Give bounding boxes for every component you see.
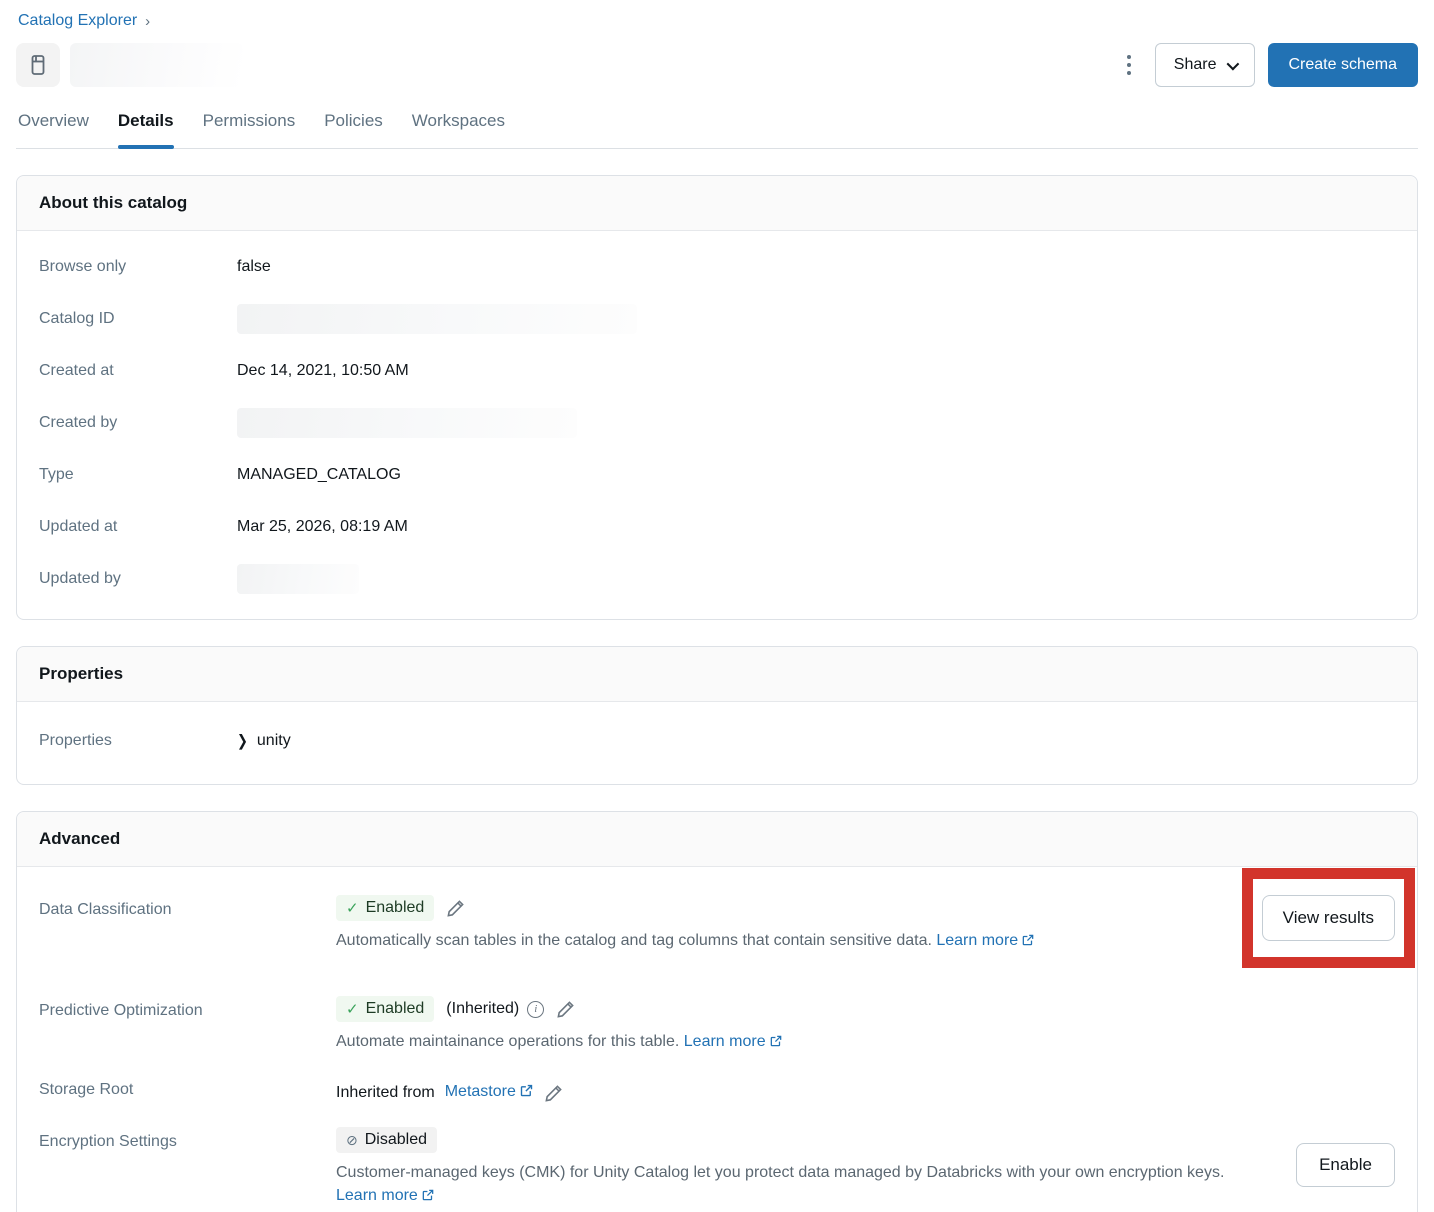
about-card-body: Browse only false Catalog ID Created at … (17, 231, 1417, 619)
row-browse-only: Browse only false (39, 241, 1395, 293)
learn-more-link[interactable]: Learn more (336, 1187, 418, 1204)
row-label: Browse only (39, 258, 237, 276)
external-link-icon (1021, 931, 1035, 954)
metastore-link[interactable]: Metastore (445, 1083, 516, 1100)
row-label: Updated at (39, 518, 237, 536)
enable-button[interactable]: Enable (1296, 1143, 1395, 1187)
breadcrumb-chevron-icon: › (145, 14, 150, 29)
status-badge: ✓ Enabled (336, 895, 434, 921)
catalog-name-redacted (70, 43, 243, 87)
row-created-at: Created at Dec 14, 2021, 10:50 AM (39, 345, 1395, 397)
learn-more-link[interactable]: Learn more (936, 932, 1018, 949)
status-badge: ✓ Enabled (336, 996, 434, 1022)
row-label: Properties (39, 732, 237, 750)
catalog-icon (26, 53, 50, 77)
external-link-icon (519, 1083, 534, 1103)
advanced-card: Advanced Data Classification ✓ Enabled (16, 811, 1418, 1212)
row-predictive-optimization: Predictive Optimization ✓ Enabled (Inher… (39, 982, 1395, 1069)
chevron-down-icon (1226, 57, 1239, 70)
share-button[interactable]: Share (1155, 43, 1255, 87)
create-schema-button[interactable]: Create schema (1268, 43, 1419, 87)
tab-workspaces[interactable]: Workspaces (412, 111, 505, 148)
share-button-label: Share (1174, 56, 1217, 74)
row-updated-at: Updated at Mar 25, 2026, 08:19 AM (39, 501, 1395, 553)
row-storage-root: Storage Root Inherited from Metastore (39, 1069, 1395, 1113)
properties-value: unity (257, 732, 291, 750)
about-card-title: About this catalog (17, 176, 1417, 231)
redacted-value (237, 304, 637, 334)
advanced-card-body: Data Classification ✓ Enabled (17, 867, 1417, 1212)
edit-pencil-icon[interactable] (556, 1000, 575, 1019)
properties-card-body: Properties ❯ unity (17, 702, 1417, 784)
tab-bar: Overview Details Permissions Policies Wo… (16, 111, 1418, 149)
row-description: Automate maintainance operations for thi… (336, 1030, 1241, 1055)
redacted-value (237, 408, 577, 438)
breadcrumb: Catalog Explorer › (16, 12, 1418, 30)
properties-card-title: Properties (17, 647, 1417, 702)
external-link-icon (421, 1186, 435, 1209)
properties-card: Properties Properties ❯ unity (16, 646, 1418, 785)
row-value: MANAGED_CATALOG (237, 466, 401, 484)
title-row: Share Create schema (16, 43, 1418, 87)
row-created-by: Created by (39, 397, 1395, 449)
check-icon: ✓ (346, 1000, 359, 1018)
check-icon: ✓ (346, 899, 359, 917)
row-catalog-id: Catalog ID (39, 293, 1395, 345)
status-badge-label: Enabled (366, 899, 425, 917)
view-results-button[interactable]: View results (1262, 895, 1395, 941)
row-type: Type MANAGED_CATALOG (39, 449, 1395, 501)
info-icon[interactable]: i (527, 1001, 544, 1018)
row-label: Data Classification (39, 895, 336, 919)
row-label: Type (39, 466, 237, 484)
tab-permissions[interactable]: Permissions (203, 111, 296, 148)
storage-root-prefix: Inherited from (336, 1084, 435, 1102)
edit-pencil-icon[interactable] (544, 1084, 563, 1103)
tab-overview[interactable]: Overview (18, 111, 89, 148)
row-description: Customer-managed keys (CMK) for Unity Ca… (336, 1161, 1241, 1209)
row-label: Created by (39, 414, 237, 432)
kebab-menu-icon[interactable] (1115, 48, 1143, 82)
catalog-icon-box (16, 43, 60, 87)
slash-circle-icon: ⊘ (346, 1132, 358, 1149)
inherited-label: (Inherited) (446, 1000, 519, 1018)
tab-policies[interactable]: Policies (324, 111, 383, 148)
row-label: Catalog ID (39, 310, 237, 328)
status-badge-label: Enabled (366, 1000, 425, 1018)
edit-pencil-icon[interactable] (446, 899, 465, 918)
row-label: Storage Root (39, 1079, 336, 1099)
external-link-icon (769, 1032, 783, 1055)
row-label: Encryption Settings (39, 1127, 336, 1151)
row-value: Mar 25, 2026, 08:19 AM (237, 518, 408, 536)
row-value: false (237, 258, 271, 276)
advanced-card-title: Advanced (17, 812, 1417, 867)
learn-more-link[interactable]: Learn more (684, 1033, 766, 1050)
row-label: Created at (39, 362, 237, 380)
redacted-value (237, 564, 359, 594)
tab-details[interactable]: Details (118, 111, 174, 148)
row-encryption-settings: Encryption Settings ⊘ Disabled Customer-… (39, 1113, 1395, 1212)
row-properties: Properties ❯ unity (39, 712, 1395, 770)
row-label: Predictive Optimization (39, 996, 336, 1020)
row-label: Updated by (39, 570, 237, 588)
row-data-classification: Data Classification ✓ Enabled (39, 881, 1395, 982)
catalog-details-page: Catalog Explorer › Share Create schema O… (0, 0, 1434, 1212)
status-badge: ⊘ Disabled (336, 1127, 437, 1153)
breadcrumb-catalog-explorer-link[interactable]: Catalog Explorer (18, 12, 137, 30)
status-badge-label: Disabled (365, 1131, 427, 1149)
row-updated-by: Updated by (39, 553, 1395, 605)
about-card: About this catalog Browse only false Cat… (16, 175, 1418, 620)
expand-chevron-icon[interactable]: ❯ (237, 731, 248, 750)
highlight-annotation: View results (1242, 868, 1415, 968)
row-description: Automatically scan tables in the catalog… (336, 929, 1241, 954)
row-value: Dec 14, 2021, 10:50 AM (237, 362, 409, 380)
